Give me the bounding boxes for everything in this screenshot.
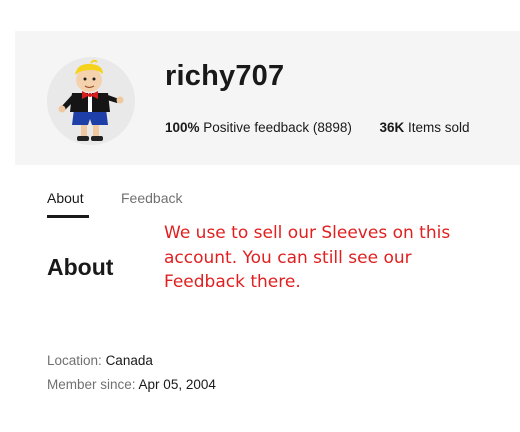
feedback-label: Positive feedback <box>203 120 310 135</box>
active-tab-indicator <box>47 215 89 218</box>
feedback-percent: 100% <box>165 120 200 135</box>
seller-stats: 100% Positive feedback (8898) 36K Items … <box>165 120 470 135</box>
tab-feedback[interactable]: Feedback <box>121 190 182 206</box>
about-heading: About <box>47 254 114 280</box>
items-sold-label: Items sold <box>407 120 470 135</box>
tab-about[interactable]: About <box>47 190 84 206</box>
location-value: Canada <box>105 353 153 368</box>
member-since-label: Member since: <box>47 377 136 392</box>
items-sold-count: 36K <box>379 120 405 135</box>
location-row: Location: Canada <box>47 353 153 368</box>
avatar[interactable] <box>47 57 135 145</box>
member-since-value: Apr 05, 2004 <box>138 377 216 392</box>
cartoon-boy-avatar-icon <box>58 59 124 141</box>
member-since-row: Member since: Apr 05, 2004 <box>47 377 216 392</box>
location-label: Location: <box>47 353 102 368</box>
seller-note: We use to sell our Sleeves on this accou… <box>164 223 451 292</box>
profile-username: richy707 <box>165 60 285 92</box>
feedback-count[interactable]: (8898) <box>313 120 352 135</box>
